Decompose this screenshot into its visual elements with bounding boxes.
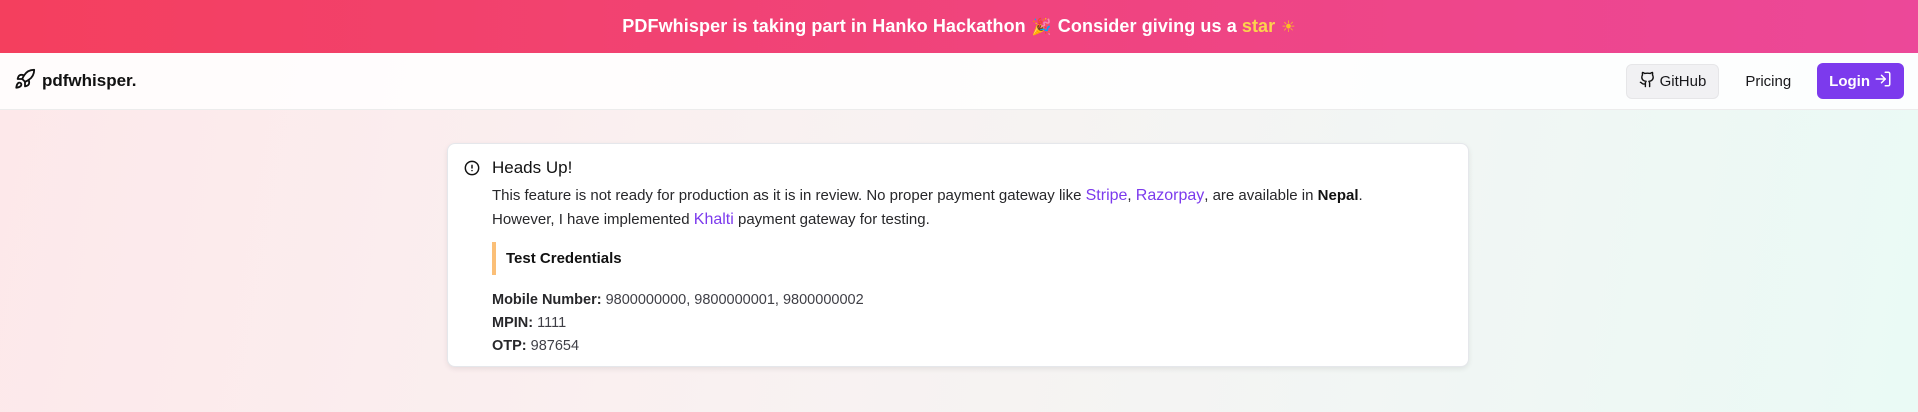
alert-text: This feature is not ready for production…	[492, 187, 1082, 204]
otp-label: OTP:	[492, 338, 527, 354]
otp-row: OTP: 987654	[492, 335, 1452, 358]
alert-description: This feature is not ready for production…	[492, 184, 1452, 232]
khalti-link[interactable]: Khalti	[694, 211, 734, 228]
login-label: Login	[1829, 72, 1870, 90]
stripe-link[interactable]: Stripe	[1086, 187, 1128, 204]
star-link[interactable]: star	[1242, 16, 1275, 37]
test-credentials-heading: Test Credentials	[492, 242, 1452, 275]
alert-circle-icon	[464, 160, 480, 181]
pricing-link[interactable]: Pricing	[1731, 64, 1805, 99]
alert-text: However, I have implemented	[492, 211, 690, 228]
brand-link[interactable]: pdfwhisper.	[14, 68, 136, 95]
heads-up-alert: Heads Up! This feature is not ready for …	[447, 143, 1469, 367]
mpin-value: 1111	[537, 315, 567, 331]
rocket-icon	[14, 68, 36, 95]
otp-value: 987654	[530, 338, 580, 354]
brand-name: pdfwhisper.	[42, 71, 137, 90]
login-arrow-icon	[1874, 70, 1892, 92]
period: .	[1358, 187, 1363, 204]
credentials-list: Mobile Number: 9800000000, 9800000001, 9…	[492, 289, 1452, 358]
alert-text: , are available in	[1204, 187, 1314, 204]
github-icon	[1639, 71, 1656, 92]
mpin-row: MPIN: 1111	[492, 312, 1452, 335]
mpin-label: MPIN:	[492, 315, 534, 331]
alert-text: payment gateway for testing.	[737, 211, 930, 228]
announcement-banner: PDFwhisper is taking part in Hanko Hacka…	[0, 0, 1918, 53]
mobile-number-label: Mobile Number:	[492, 292, 602, 308]
alert-title: Heads Up!	[492, 158, 573, 177]
github-button[interactable]: GitHub	[1625, 63, 1720, 99]
mobile-number-value: 9800000000, 9800000001, 9800000002	[605, 292, 864, 308]
alert-line-1: This feature is not ready for production…	[492, 184, 1452, 208]
sun-icon: ☀	[1281, 18, 1296, 36]
navbar: pdfwhisper. GitHub Pricing Login	[0, 53, 1918, 110]
comma: ,	[1127, 187, 1132, 204]
party-popper-icon: 🎉	[1031, 18, 1052, 36]
banner-text: PDFwhisper is taking part in Hanko Hacka…	[622, 16, 1026, 36]
nav-actions: GitHub Pricing Login	[1625, 63, 1904, 99]
github-label: GitHub	[1659, 72, 1707, 90]
razorpay-link[interactable]: Razorpay	[1136, 187, 1204, 204]
mobile-number-row: Mobile Number: 9800000000, 9800000001, 9…	[492, 289, 1452, 312]
country-name: Nepal	[1317, 187, 1359, 204]
banner-cta-text: Consider giving us a	[1057, 16, 1237, 36]
alert-line-2: However, I have implemented Khalti payme…	[492, 208, 1452, 232]
login-button[interactable]: Login	[1817, 63, 1904, 99]
